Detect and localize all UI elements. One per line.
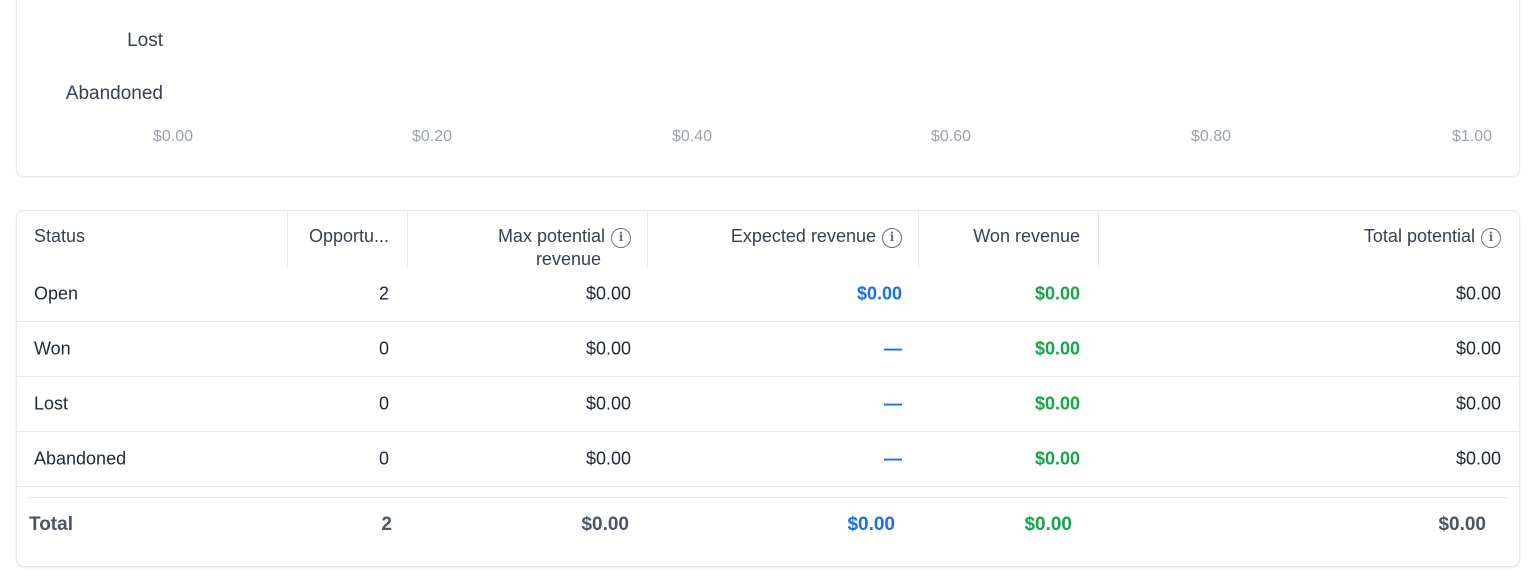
x-tick-label: $0.20 <box>411 128 453 145</box>
header-label: Total potential <box>1363 226 1475 246</box>
totals-max-potential: $0.00 <box>581 514 629 535</box>
expected-revenue-cell: — <box>884 338 902 359</box>
column-divider <box>287 211 288 267</box>
expected-revenue-cell: — <box>884 448 902 469</box>
column-divider <box>918 211 919 267</box>
max-potential-cell: $0.00 <box>585 338 631 359</box>
won-revenue-cell: $0.00 <box>1034 283 1080 304</box>
header-label: Expected revenue <box>730 226 876 246</box>
table-row[interactable]: Open 2 $0.00 $0.00 $0.00 $0.00 <box>17 267 1519 322</box>
opportunities-cell: 0 <box>378 338 389 359</box>
won-revenue-cell: $0.00 <box>1034 448 1080 469</box>
max-potential-cell: $0.00 <box>585 448 631 469</box>
status-cell: Open <box>34 283 79 304</box>
status-cell: Lost <box>34 393 69 414</box>
total-potential-cell: $0.00 <box>1455 448 1501 469</box>
won-revenue-cell: $0.00 <box>1034 338 1080 359</box>
x-tick-label: $0.40 <box>671 128 713 145</box>
totals-expected-revenue: $0.00 <box>847 514 895 535</box>
opportunities-cell: 0 <box>378 393 389 414</box>
column-divider <box>407 211 408 267</box>
total-potential-cell: $0.00 <box>1455 283 1501 304</box>
header-opportunities[interactable]: Opportu... <box>309 225 389 248</box>
status-cell: Abandoned <box>34 448 127 469</box>
info-circle-icon[interactable]: i <box>1481 228 1501 248</box>
won-revenue-cell: $0.00 <box>1034 393 1080 414</box>
max-potential-cell: $0.00 <box>585 283 631 304</box>
totals-row: Total 2 $0.00 $0.00 $0.00 $0.00 <box>17 499 1519 551</box>
header-label: Max potential <box>497 226 605 246</box>
expected-revenue-cell: $0.00 <box>856 283 902 304</box>
x-tick-label: $0.00 <box>152 128 194 145</box>
column-divider <box>1098 211 1099 267</box>
totals-won-revenue: $0.00 <box>1024 514 1072 535</box>
x-tick-label: $0.80 <box>1190 128 1232 145</box>
header-status[interactable]: Status <box>34 225 85 248</box>
totals-label: Total <box>29 514 73 535</box>
info-circle-icon[interactable]: i <box>882 228 902 248</box>
status-cell: Won <box>34 338 71 359</box>
totals-opportunities: 2 <box>381 514 392 535</box>
total-potential-cell: $0.00 <box>1455 393 1501 414</box>
table-row[interactable]: Abandoned 0 $0.00 — $0.00 $0.00 <box>17 432 1519 487</box>
opportunities-cell: 0 <box>378 448 389 469</box>
expected-revenue-cell: — <box>884 393 902 414</box>
table-row[interactable]: Won 0 $0.00 — $0.00 $0.00 <box>17 322 1519 377</box>
x-tick-label: $1.00 <box>1451 128 1493 145</box>
header-expected-revenue[interactable]: Expected revenue i <box>731 225 902 248</box>
header-total-potential[interactable]: Total potential i <box>1364 225 1501 248</box>
y-category-label: Lost <box>127 30 163 51</box>
column-divider <box>647 211 648 267</box>
header-max-potential-revenue[interactable]: Max potential i revenue <box>451 225 631 271</box>
header-won-revenue[interactable]: Won revenue <box>973 225 1080 248</box>
chart-plot-area: Lost Abandoned $0.00 $0.20 $0.40 $0.60 $… <box>17 0 1503 176</box>
total-potential-cell: $0.00 <box>1455 338 1501 359</box>
table-row[interactable]: Lost 0 $0.00 — $0.00 $0.00 <box>17 377 1519 432</box>
totals-divider <box>27 497 1507 498</box>
opportunities-cell: 2 <box>378 283 389 304</box>
header-label: revenue <box>535 249 601 269</box>
x-tick-label: $0.60 <box>930 128 972 145</box>
pipeline-chart-card: Lost Abandoned $0.00 $0.20 $0.40 $0.60 $… <box>16 0 1520 177</box>
y-category-label: Abandoned <box>65 83 163 104</box>
info-circle-icon[interactable]: i <box>611 228 631 248</box>
totals-total-potential: $0.00 <box>1438 514 1486 535</box>
pipeline-table: Status Opportu... Max potential i revenue… <box>16 210 1520 567</box>
max-potential-cell: $0.00 <box>585 393 631 414</box>
